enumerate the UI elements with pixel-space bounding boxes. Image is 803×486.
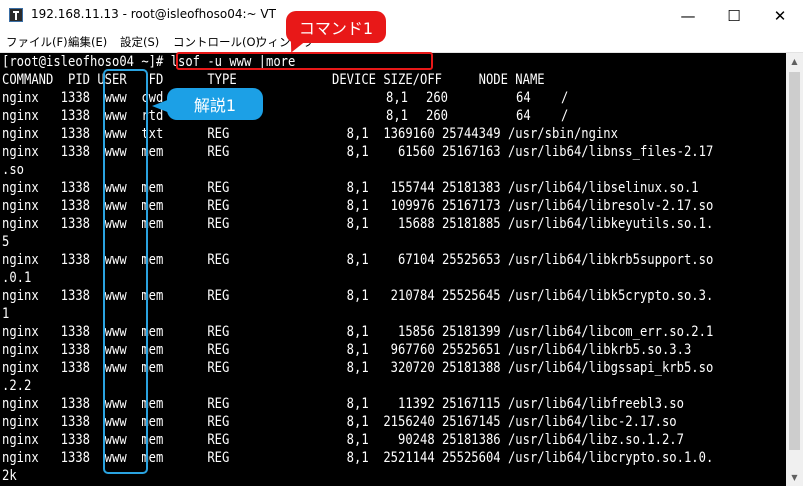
user-column-highlight-box <box>103 69 148 474</box>
terminal-line: 2k <box>2 468 17 484</box>
maximize-icon: ☐ <box>727 6 741 25</box>
terminal-cell-size: 260 <box>426 108 449 124</box>
command-callout: コマンド1 <box>286 11 386 43</box>
window-title: 192.168.11.13 - root@isleofhoso04:~ VT <box>31 7 276 21</box>
explain-callout: 解説1 <box>167 88 263 120</box>
terminal-line: 5 <box>2 234 10 250</box>
menu-edit[interactable]: 編集(E) <box>68 34 107 50</box>
terminal-line: .0.1 <box>2 270 32 286</box>
scroll-thumb[interactable] <box>789 72 800 450</box>
terminal-line: 1 <box>2 306 10 322</box>
menu-file[interactable]: ファイル(F) <box>6 34 68 50</box>
scroll-up-arrow-icon[interactable]: ▲ <box>786 53 803 70</box>
close-icon: ✕ <box>773 6 787 25</box>
maximize-button[interactable]: ☐ <box>711 0 757 31</box>
terminal-line: .so <box>2 162 25 178</box>
terminal-cell-device: 8,1 <box>386 90 409 106</box>
close-button[interactable]: ✕ <box>757 0 803 31</box>
terminal-line: COMMAND PID USER FD TYPE DEVICE SIZE/OFF… <box>2 72 545 88</box>
vertical-scrollbar[interactable]: ▲ ▼ <box>786 53 803 486</box>
terminal-cell-node: 64 <box>516 108 531 124</box>
terminal-app-icon <box>9 8 23 22</box>
menu-control[interactable]: コントロール(O) <box>173 34 260 50</box>
terminal-cell-name: / <box>561 90 569 106</box>
terminal-cell-size: 260 <box>426 90 449 106</box>
minimize-button[interactable]: — <box>665 0 711 31</box>
minimize-icon: — <box>680 6 696 25</box>
menu-settings[interactable]: 設定(S) <box>120 34 159 50</box>
terminal-cell-node: 64 <box>516 90 531 106</box>
menu-bar: ファイル(F) 編集(E) 設定(S) コントロール(O) ウィンドウ <box>0 31 803 53</box>
terminal-cell-name: / <box>561 108 569 124</box>
scroll-down-arrow-icon[interactable]: ▼ <box>786 469 803 486</box>
command-highlight-box <box>176 52 433 70</box>
terminal-line: .2.2 <box>2 378 32 394</box>
terminal-line: nginx 1338 www txt REG 8,1 1369160 25744… <box>2 126 618 142</box>
terminal-cell-device: 8,1 <box>386 108 409 124</box>
title-bar: 192.168.11.13 - root@isleofhoso04:~ VT —… <box>0 0 803 31</box>
